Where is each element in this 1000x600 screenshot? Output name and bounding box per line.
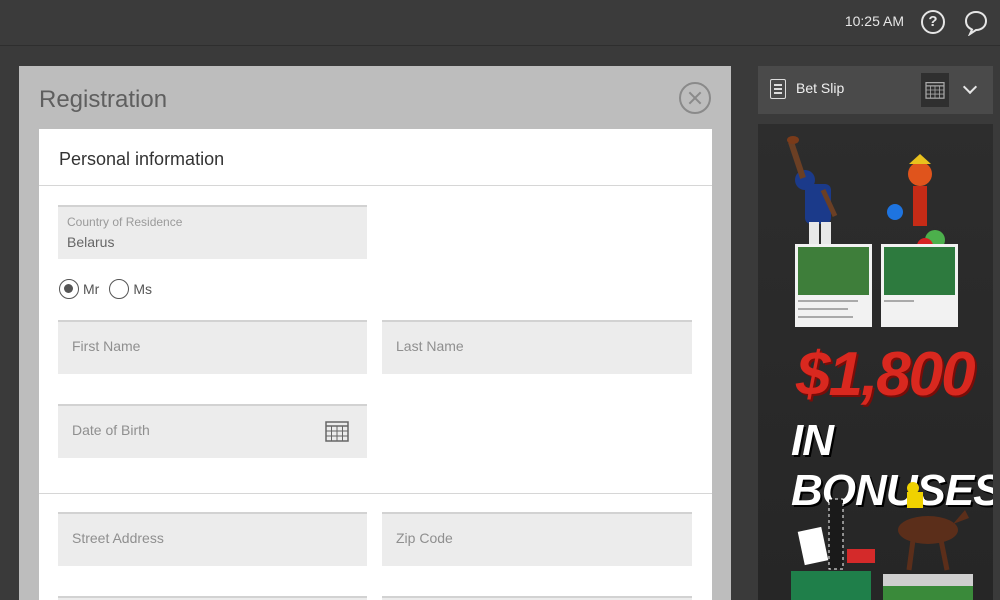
next-input-right[interactable] [382,596,692,600]
dob-placeholder: Date of Birth [72,422,150,438]
radio-ms-label: Ms [133,281,152,297]
bet-slip-header[interactable]: Bet Slip [758,66,993,114]
radio-mr[interactable]: Mr [59,279,99,299]
chat-icon[interactable] [964,10,988,36]
promo-banner[interactable]: $1,800 IN BONUSES [758,124,993,600]
calendar-icon [925,82,945,99]
radio-ms[interactable]: Ms [109,279,152,299]
personal-info-form: Personal information Country of Residenc… [39,129,712,600]
title-radio-group: Mr Ms [59,279,152,299]
zip-code-input[interactable]: Zip Code [382,512,692,566]
zip-placeholder: Zip Code [396,530,453,546]
country-select[interactable]: Country of Residence Belarus [58,205,367,259]
street-address-input[interactable]: Street Address [58,512,367,566]
last-name-placeholder: Last Name [396,338,464,354]
bonus-amount: $1,800 [796,340,976,409]
last-name-input[interactable]: Last Name [382,320,692,374]
poker-chips-illustration [791,498,875,600]
bet-slip-label: Bet Slip [796,80,845,96]
country-value: Belarus [67,234,115,250]
calendar-button[interactable] [921,73,949,107]
calendar-icon[interactable] [325,420,349,442]
street-placeholder: Street Address [72,530,164,546]
registration-modal: Registration Personal information Countr… [19,66,731,600]
section-title: Personal information [59,149,225,169]
casino-card-image [881,244,958,327]
close-icon[interactable] [679,82,711,114]
radio-mr-dot[interactable] [59,279,79,299]
horse-racing-illustration [883,482,973,600]
clock-time: 10:25 AM [844,13,904,29]
radio-mr-label: Mr [83,281,100,297]
top-bar: 10:25 AM ? [0,0,1000,46]
next-input[interactable] [58,596,367,600]
sports-card-image [795,244,872,327]
date-of-birth-input[interactable]: Date of Birth [58,404,367,458]
help-icon[interactable]: ? [921,10,945,34]
chevron-down-icon[interactable] [962,79,978,95]
first-name-placeholder: First Name [72,338,141,354]
country-label: Country of Residence [67,215,183,229]
divider [39,185,712,186]
divider [39,493,712,494]
first-name-input[interactable]: First Name [58,320,367,374]
document-icon [770,79,786,99]
radio-ms-dot[interactable] [109,279,130,299]
modal-title: Registration [39,86,168,113]
